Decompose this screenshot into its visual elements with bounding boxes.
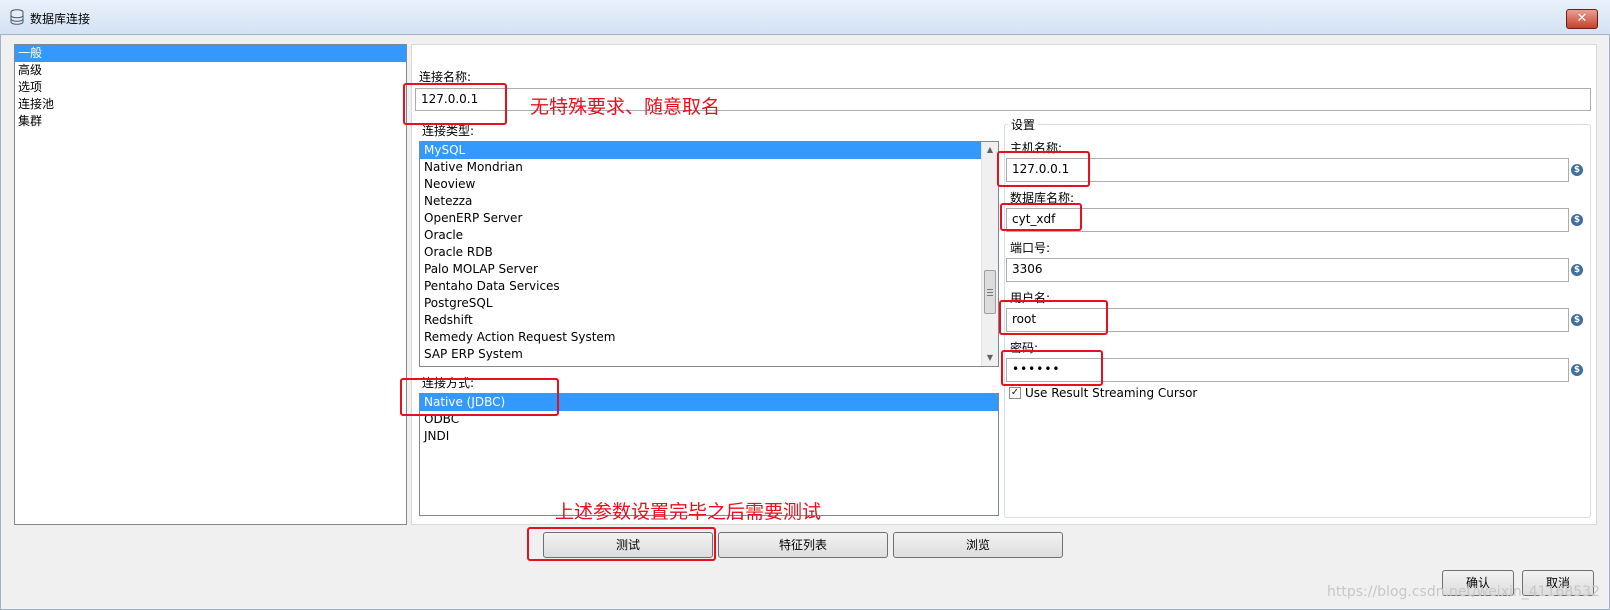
- list-item[interactable]: Oracle: [420, 227, 998, 244]
- annotation-highlight: [999, 300, 1108, 335]
- database-icon: [10, 9, 24, 25]
- settings-nav-list: 一般 高级 选项 连接池 集群: [14, 44, 407, 525]
- variable-icon[interactable]: $: [1571, 314, 1583, 326]
- scroll-down-arrow-icon[interactable]: ▼: [982, 350, 998, 366]
- connection-type-list: MySQL Native Mondrian Neoview Netezza Op…: [419, 141, 999, 367]
- list-item[interactable]: Remedy Action Request System: [420, 329, 998, 346]
- nav-item-advanced[interactable]: 高级: [15, 62, 406, 79]
- database-name-input[interactable]: cyt_xdf: [1006, 208, 1569, 232]
- connection-type-scrollbar[interactable]: ▲ ▼: [981, 142, 998, 366]
- annotation-highlight: [1000, 203, 1082, 231]
- watermark: https://blog.csdn.net/weixin_41168532: [1326, 584, 1600, 600]
- variable-icon[interactable]: $: [1571, 264, 1583, 276]
- nav-item-options[interactable]: 选项: [15, 79, 406, 96]
- nav-item-general[interactable]: 一般: [15, 45, 406, 62]
- annotation-highlight: [1001, 350, 1103, 386]
- list-item[interactable]: Oracle RDB: [420, 244, 998, 261]
- host-input[interactable]: 127.0.0.1: [1006, 158, 1569, 182]
- list-item[interactable]: SAP ERP System: [420, 346, 998, 363]
- list-item[interactable]: Neoview: [420, 176, 998, 193]
- list-item[interactable]: Pentaho Data Services: [420, 278, 998, 295]
- settings-group-legend: 设置: [1008, 116, 1039, 133]
- list-item[interactable]: MySQL: [420, 142, 981, 159]
- variable-icon[interactable]: $: [1571, 364, 1583, 376]
- list-item[interactable]: Redshift: [420, 312, 998, 329]
- variable-icon[interactable]: $: [1571, 214, 1583, 226]
- annotation-highlight: [400, 378, 559, 416]
- nav-item-clustering[interactable]: 集群: [15, 113, 406, 130]
- list-item[interactable]: Palo MOLAP Server: [420, 261, 998, 278]
- annotation-name-note: 无特殊要求、随意取名: [530, 96, 721, 118]
- annotation-highlight: [997, 151, 1090, 187]
- scroll-thumb[interactable]: [984, 270, 996, 314]
- close-button[interactable]: ✕: [1566, 9, 1598, 29]
- list-item[interactable]: Netezza: [420, 193, 998, 210]
- scroll-up-arrow-icon[interactable]: ▲: [982, 142, 998, 158]
- list-item[interactable]: Native Mondrian: [420, 159, 998, 176]
- streaming-cursor-checkbox[interactable]: ✓: [1009, 387, 1021, 399]
- list-item[interactable]: JNDI: [420, 428, 998, 445]
- annotation-test-note: 上述参数设置完毕之后需要测试: [555, 501, 822, 523]
- window-title: 数据库连接: [30, 12, 91, 26]
- streaming-cursor-label: Use Result Streaming Cursor: [1025, 386, 1198, 400]
- nav-item-pooling[interactable]: 连接池: [15, 96, 406, 113]
- port-input[interactable]: 3306: [1006, 258, 1569, 282]
- list-item[interactable]: PostgreSQL: [420, 295, 998, 312]
- feature-list-button[interactable]: 特征列表: [718, 532, 888, 558]
- title-bar: 数据库连接 ✕: [0, 0, 1610, 35]
- explore-button[interactable]: 浏览: [893, 532, 1063, 558]
- port-label: 端口号:: [1010, 241, 1051, 255]
- annotation-highlight: [403, 83, 507, 125]
- list-item[interactable]: OpenERP Server: [420, 210, 998, 227]
- variable-icon[interactable]: $: [1571, 164, 1583, 176]
- annotation-highlight: [527, 527, 716, 561]
